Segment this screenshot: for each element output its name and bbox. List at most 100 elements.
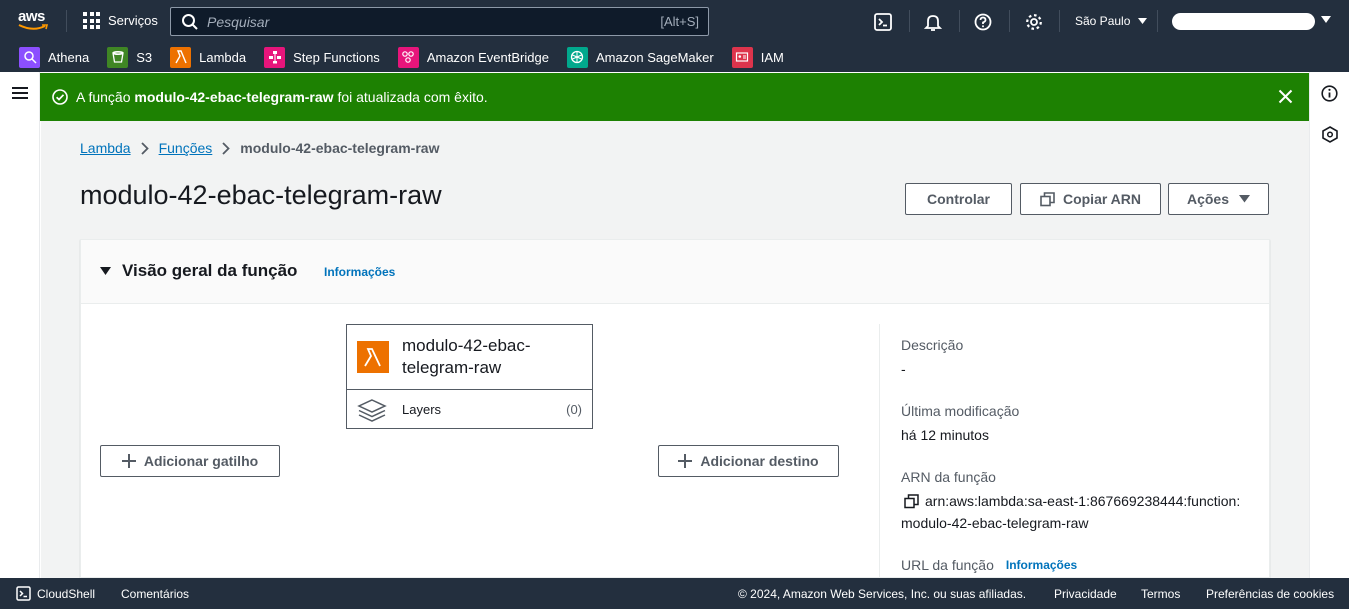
sagemaker-icon bbox=[566, 46, 588, 68]
footer-cookies-link[interactable]: Preferências de cookies bbox=[1206, 587, 1334, 601]
nav-divider bbox=[1059, 10, 1060, 32]
function-diagram-node[interactable]: modulo-42-ebac- telegram-raw Layers (0) bbox=[346, 324, 593, 429]
function-node-header: modulo-42-ebac- telegram-raw bbox=[347, 325, 592, 390]
account-menu-redacted[interactable] bbox=[1172, 13, 1315, 30]
aws-smile-icon bbox=[18, 24, 49, 30]
function-name-line1: modulo-42-ebac- bbox=[402, 336, 531, 355]
iam-icon bbox=[731, 46, 753, 68]
region-label: São Paulo bbox=[1075, 14, 1131, 28]
footer-cloudshell-button[interactable]: CloudShell bbox=[16, 586, 95, 601]
lambda-icon bbox=[357, 341, 389, 373]
favorite-sagemaker[interactable]: Amazon SageMaker bbox=[566, 46, 714, 68]
footer-cloudshell-label: CloudShell bbox=[37, 586, 96, 601]
menu-icon[interactable] bbox=[12, 87, 28, 99]
favorite-label: Lambda bbox=[199, 49, 247, 65]
cloudshell-icon bbox=[874, 13, 892, 31]
nav-divider bbox=[909, 10, 910, 32]
copy-arn-button[interactable]: Copiar ARN bbox=[1020, 183, 1161, 215]
help-button[interactable] bbox=[974, 11, 992, 33]
description-label: Descrição bbox=[901, 337, 964, 353]
nav-divider bbox=[1009, 10, 1010, 32]
top-navigation: aws Serviços Pesquisar [Alt+S] São Paulo bbox=[0, 0, 1349, 42]
last-modified-value: há 12 minutos bbox=[901, 427, 989, 443]
services-menu-button[interactable]: Serviços bbox=[83, 12, 158, 29]
nav-divider bbox=[66, 10, 67, 32]
breadcrumb: Lambda Funções modulo-42-ebac-telegram-r… bbox=[80, 140, 439, 156]
caret-down-icon[interactable] bbox=[1321, 16, 1331, 24]
info-icon[interactable] bbox=[1321, 85, 1338, 102]
favorite-label: S3 bbox=[136, 49, 153, 65]
actions-dropdown[interactable]: Ações bbox=[1168, 183, 1269, 215]
add-destination-button[interactable]: Adicionar destino bbox=[658, 445, 839, 477]
breadcrumb-lambda[interactable]: Lambda bbox=[80, 140, 131, 156]
eventbridge-icon bbox=[397, 46, 419, 68]
footer-terms-link[interactable]: Termos bbox=[1141, 587, 1180, 601]
favorite-label: Step Functions bbox=[293, 49, 380, 65]
region-selector[interactable]: São Paulo bbox=[1075, 14, 1147, 28]
layers-icon bbox=[357, 399, 387, 422]
nav-divider bbox=[959, 10, 960, 32]
function-overview-panel: Visão geral da função Informações bbox=[80, 239, 1270, 578]
copy-icon[interactable] bbox=[904, 493, 919, 509]
favorite-lambda[interactable]: Lambda bbox=[170, 46, 247, 68]
aws-logo[interactable]: aws bbox=[18, 9, 50, 33]
aws-logo-text: aws bbox=[18, 8, 45, 25]
search-shortcut: [Alt+S] bbox=[660, 14, 699, 29]
notifications-button[interactable] bbox=[924, 11, 942, 33]
add-trigger-button[interactable]: Adicionar gatilho bbox=[100, 445, 280, 477]
arn-value-line2: modulo-42-ebac-telegram-raw bbox=[901, 515, 1089, 531]
footer-copyright: © 2024, Amazon Web Services, Inc. ou sua… bbox=[738, 587, 1027, 601]
arn-label: ARN da função bbox=[901, 469, 996, 485]
hexagon-icon[interactable] bbox=[1322, 126, 1338, 143]
flash-message: A função modulo-42-ebac-telegram-raw foi… bbox=[76, 89, 488, 105]
arn-value-line1: arn:aws:lambda:sa-east-1:867669238444:fu… bbox=[901, 493, 1240, 509]
step-functions-icon bbox=[264, 46, 286, 68]
breadcrumb-functions[interactable]: Funções bbox=[159, 140, 213, 156]
caret-down-icon bbox=[1137, 18, 1147, 24]
help-icon bbox=[974, 13, 992, 31]
favorite-label: IAM bbox=[760, 49, 784, 65]
actions-label: Ações bbox=[1186, 191, 1230, 207]
favorite-step-functions[interactable]: Step Functions bbox=[264, 46, 380, 68]
panel-header[interactable]: Visão geral da função Informações bbox=[81, 240, 1269, 304]
settings-button[interactable] bbox=[1025, 11, 1043, 33]
layers-count: (0) bbox=[566, 402, 582, 417]
lambda-icon bbox=[170, 46, 192, 68]
success-icon bbox=[52, 89, 68, 105]
gear-icon bbox=[1026, 14, 1042, 30]
footer-feedback-link[interactable]: Comentários bbox=[121, 587, 189, 601]
cloudshell-button[interactable] bbox=[874, 11, 892, 33]
search-icon bbox=[182, 13, 198, 30]
tools-panel-collapsed bbox=[1309, 72, 1349, 578]
add-destination-label: Adicionar destino bbox=[700, 453, 819, 469]
function-name-line2: telegram-raw bbox=[402, 358, 502, 377]
close-icon[interactable] bbox=[1278, 89, 1293, 104]
favorite-label: Amazon EventBridge bbox=[426, 49, 549, 65]
page-title: modulo-42-ebac-telegram-raw bbox=[80, 180, 442, 210]
favorite-s3[interactable]: S3 bbox=[107, 46, 153, 68]
flash-prefix: A função bbox=[76, 89, 135, 105]
throttle-button[interactable]: Controlar bbox=[905, 183, 1012, 215]
athena-icon bbox=[19, 46, 40, 68]
favorite-label: Athena bbox=[48, 49, 90, 65]
chevron-right-icon bbox=[140, 141, 149, 155]
function-url-info-link[interactable]: Informações bbox=[1006, 558, 1077, 572]
nav-divider bbox=[1157, 10, 1158, 32]
favorite-athena[interactable]: Athena bbox=[19, 46, 90, 68]
search-input[interactable]: Pesquisar [Alt+S] bbox=[170, 7, 709, 36]
footer-privacy-link[interactable]: Privacidade bbox=[1054, 587, 1117, 601]
chevron-right-icon bbox=[222, 141, 231, 155]
grid-icon bbox=[83, 12, 100, 29]
favorite-eventbridge[interactable]: Amazon EventBridge bbox=[397, 46, 549, 68]
footer: CloudShell Comentários © 2024, Amazon We… bbox=[0, 578, 1349, 609]
plus-icon bbox=[121, 454, 136, 468]
layers-label[interactable]: Layers bbox=[402, 402, 441, 417]
caret-down-icon[interactable] bbox=[100, 267, 111, 276]
favorite-label: Amazon SageMaker bbox=[595, 49, 714, 65]
info-link[interactable]: Informações bbox=[324, 265, 395, 279]
favorite-iam[interactable]: IAM bbox=[731, 46, 784, 68]
flash-function-name: modulo-42-ebac-telegram-raw bbox=[134, 89, 334, 105]
success-flashbar: A função modulo-42-ebac-telegram-raw foi… bbox=[40, 73, 1309, 121]
breadcrumb-current: modulo-42-ebac-telegram-raw bbox=[240, 140, 440, 156]
search-placeholder: Pesquisar bbox=[207, 13, 270, 30]
